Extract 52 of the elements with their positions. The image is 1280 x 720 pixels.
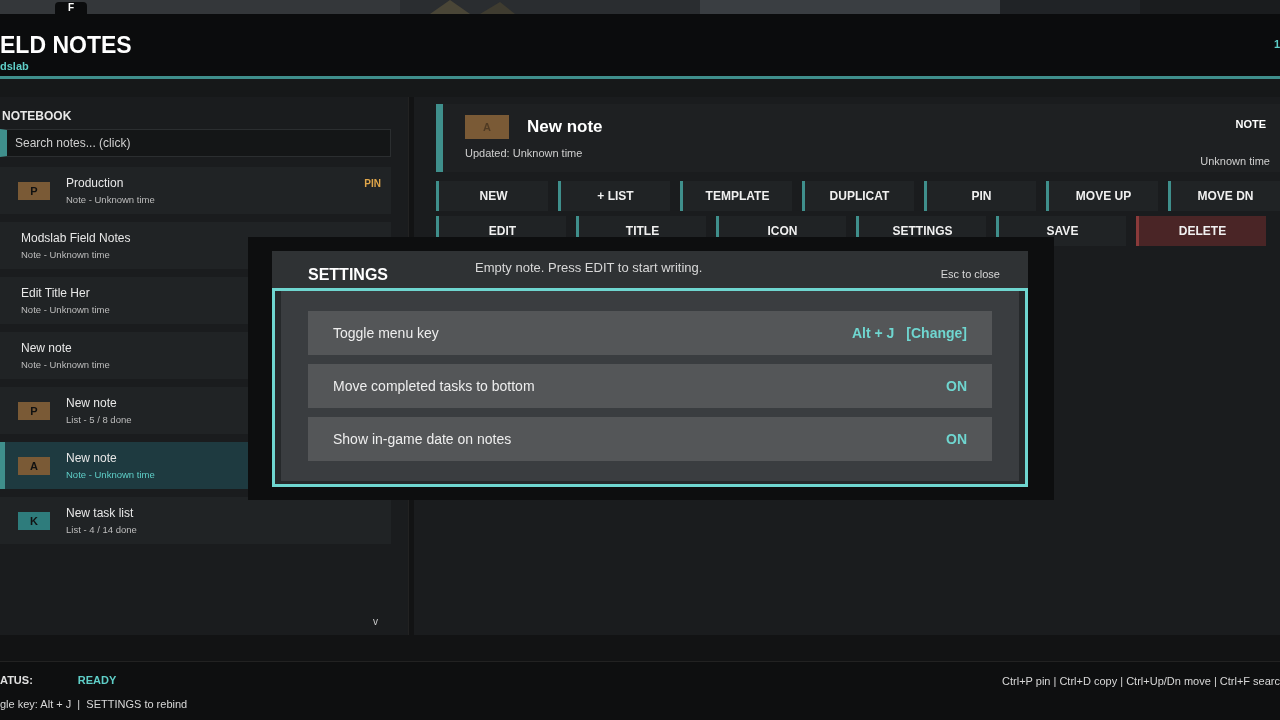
change-link[interactable]: [Change] — [906, 325, 967, 341]
delete-button[interactable]: DELETE — [1136, 216, 1266, 246]
shortcut-hint: Ctrl+P pin | Ctrl+D copy | Ctrl+Up/Dn move | Ctrl+F searc — [1002, 675, 1280, 687]
status-label: ATUS: — [0, 674, 33, 686]
toolbar-button[interactable]: PIN — [924, 181, 1036, 211]
pin-label: PIN — [364, 178, 381, 189]
top-tab[interactable]: F — [55, 2, 87, 14]
toolbar-button[interactable]: MOVE DN — [1168, 181, 1280, 211]
setting-row[interactable]: Show in-game date on notes ON — [308, 417, 992, 461]
keybind-value: Alt + J — [851, 325, 895, 341]
note-meta: Note - Unknown time — [66, 469, 156, 480]
updated-text: Updated: Unknown time — [465, 147, 584, 159]
note-meta: Note - Unknown time — [66, 194, 156, 205]
note-title: New note — [66, 451, 118, 465]
note-item[interactable]: K New task list List - 4 / 14 done — [0, 497, 391, 544]
note-tag-icon: A — [18, 456, 50, 475]
header-counter: 1 — [1273, 38, 1280, 50]
setting-row[interactable]: Toggle menu key Alt + J [Change] — [308, 311, 992, 355]
sidebar-title: NOTEBOOK — [1, 109, 73, 123]
note-tag-icon: K — [18, 511, 50, 530]
toolbar-button[interactable]: MOVE UP — [1046, 181, 1158, 211]
toggle-value[interactable]: ON — [946, 378, 967, 394]
search-field[interactable]: Search notes... (click) — [0, 129, 391, 157]
toolbar-button[interactable]: TEMPLATE — [680, 181, 792, 211]
app-subtitle: dslab — [0, 60, 30, 72]
note-title: Modslab Field Notes — [21, 231, 132, 245]
keybind-hint: gle key: Alt + J | SETTINGS to rebind — [0, 698, 189, 710]
note-title: New task list — [66, 506, 135, 520]
note-body-text: Empty note. Press EDIT to start writing. — [475, 259, 703, 277]
note-meta: List - 4 / 14 done — [66, 524, 138, 535]
note-title: Edit Title Her — [21, 286, 91, 300]
note-meta: Note - Unknown time — [21, 249, 111, 260]
note-meta: List - 5 / 8 done — [66, 414, 133, 425]
note-item[interactable]: P Production Note - Unknown time PIN — [0, 167, 391, 214]
status-value: READY — [77, 674, 117, 686]
note-meta: Note - Unknown time — [21, 359, 111, 370]
app-title: ELD NOTES — [0, 32, 132, 58]
note-tag-icon: P — [18, 401, 50, 420]
note-tag-icon: P — [18, 181, 50, 200]
close-hint: Esc to close — [940, 267, 1000, 282]
scroll-indicator[interactable]: v — [373, 616, 378, 627]
toolbar-button[interactable]: DUPLICAT — [802, 181, 914, 211]
toolbar-button[interactable]: NEW — [436, 181, 548, 211]
toggle-value[interactable]: ON — [946, 431, 967, 447]
note-title: New note — [66, 396, 118, 410]
note-meta: Note - Unknown time — [21, 304, 111, 315]
toolbar-button[interactable]: + LIST — [558, 181, 670, 211]
setting-row[interactable]: Move completed tasks to bottom ON — [308, 364, 992, 408]
note-time: Unknown time — [1200, 155, 1270, 167]
note-title: New note — [21, 341, 73, 355]
note-type: NOTE — [1235, 118, 1266, 130]
note-heading: New note — [527, 117, 603, 137]
